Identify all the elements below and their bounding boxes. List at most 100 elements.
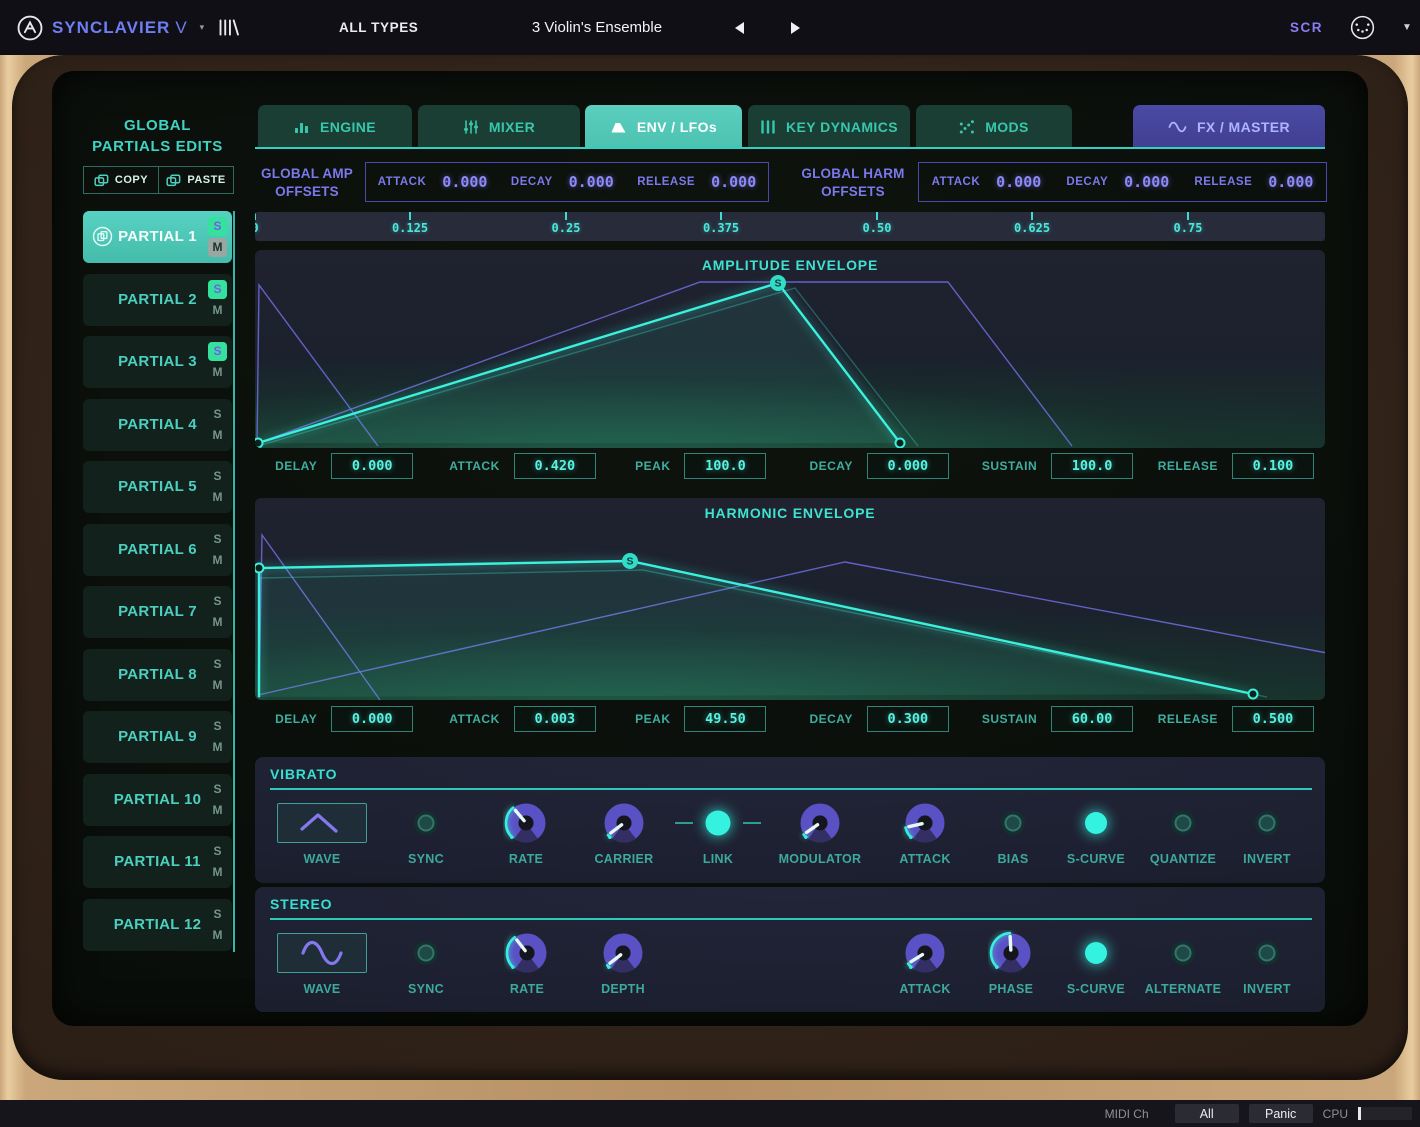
env-value: 100.0 (1072, 458, 1113, 474)
stereo-rate-control[interactable] (504, 927, 550, 979)
solo-button[interactable]: S (208, 905, 227, 924)
env-value-box[interactable]: 0.003 (514, 706, 596, 732)
solo-button[interactable]: S (208, 842, 227, 861)
offset-value[interactable]: 0.000 (996, 173, 1041, 191)
sidebar-item-partial-8[interactable]: PARTIAL 8SM (83, 649, 232, 701)
sidebar-item-partial-11[interactable]: PARTIAL 11SM (83, 836, 232, 888)
sidebar-item-partial-1[interactable]: PARTIAL 1SM (83, 211, 232, 263)
sidebar-item-partial-7[interactable]: PARTIAL 7SM (83, 586, 232, 638)
mute-button[interactable]: M (208, 926, 227, 945)
scr-button[interactable]: SCR (1290, 0, 1323, 55)
env-value-box[interactable]: 0.000 (867, 453, 949, 479)
vibrato-sync-control[interactable] (411, 797, 441, 849)
sine-wave-icon[interactable] (277, 933, 367, 973)
solo-button[interactable]: S (208, 717, 227, 736)
env-value-box[interactable]: 0.000 (331, 706, 413, 732)
sidebar-item-partial-6[interactable]: PARTIAL 6SM (83, 524, 232, 576)
sidebar-item-partial-10[interactable]: PARTIAL 10SM (83, 774, 232, 826)
sidebar-item-partial-3[interactable]: PARTIAL 3SM (83, 336, 232, 388)
offset-value[interactable]: 0.000 (711, 173, 756, 191)
solo-button[interactable]: S (208, 530, 227, 549)
triangle-wave-icon[interactable] (277, 803, 367, 843)
tab-key-dynamics[interactable]: KEY DYNAMICS (748, 105, 910, 148)
chevron-down-icon[interactable]: ▾ (200, 22, 205, 33)
tab-env-lfos[interactable]: ENV / LFOs (585, 105, 742, 148)
stereo-attack-control[interactable] (902, 927, 948, 979)
harmonic-envelope-graph[interactable]: S (255, 498, 1325, 700)
offset-value[interactable]: 0.000 (569, 173, 614, 191)
offset-value[interactable]: 0.000 (1268, 173, 1313, 191)
stereo-invert-control[interactable] (1252, 927, 1282, 979)
vibrato-attack-control[interactable] (902, 797, 948, 849)
sidebar-item-partial-5[interactable]: PARTIAL 5SM (83, 461, 232, 513)
amplitude-envelope-graph[interactable]: S (255, 250, 1325, 448)
copy-button[interactable]: COPY (84, 167, 158, 193)
env-value-box[interactable]: 49.50 (684, 706, 766, 732)
ruler-tick (565, 212, 567, 220)
solo-button[interactable]: S (208, 280, 227, 299)
solo-button[interactable]: S (208, 780, 227, 799)
preset-name[interactable]: 3 Violin's Ensemble (532, 0, 662, 55)
env-value-box[interactable]: 0.300 (867, 706, 949, 732)
previous-preset-button[interactable] (733, 0, 745, 55)
vibrato-carrier-control[interactable] (601, 797, 647, 849)
sidebar-item-partial-12[interactable]: PARTIAL 12SM (83, 899, 232, 951)
mute-button[interactable]: M (208, 801, 227, 820)
vibrato-s-curve-control[interactable] (1081, 797, 1111, 849)
env-value-box[interactable]: 0.500 (1232, 706, 1314, 732)
stereo-phase-control[interactable] (988, 927, 1034, 979)
tab-mixer[interactable]: MIXER (418, 105, 580, 148)
env-value-box[interactable]: 100.0 (1051, 453, 1133, 479)
panic-button[interactable]: Panic (1249, 1104, 1313, 1123)
sidebar-item-partial-4[interactable]: PARTIAL 4SM (83, 399, 232, 451)
stereo-wave-control[interactable] (277, 927, 367, 979)
solo-button[interactable]: S (208, 217, 227, 236)
solo-button[interactable]: S (208, 342, 227, 361)
stereo-sync-control[interactable] (411, 927, 441, 979)
stereo-depth-control[interactable] (600, 927, 646, 979)
midi-channel-all-button[interactable]: All (1175, 1104, 1239, 1123)
offset-value[interactable]: 0.000 (442, 173, 487, 191)
vibrato-wave-control[interactable] (277, 797, 367, 849)
mute-button[interactable]: M (208, 301, 227, 320)
solo-button[interactable]: S (208, 655, 227, 674)
sidebar-title: GLOBAL PARTIALS EDITS (70, 115, 245, 157)
vibrato-invert-control[interactable] (1252, 797, 1282, 849)
mute-button[interactable]: M (208, 551, 227, 570)
vibrato-quantize-control[interactable] (1168, 797, 1198, 849)
vibrato-bias-control[interactable] (998, 797, 1028, 849)
midi-icon[interactable] (1350, 0, 1375, 55)
preset-browser-icon[interactable] (218, 0, 240, 55)
mute-button[interactable]: M (208, 738, 227, 757)
paste-button[interactable]: PASTE (158, 167, 233, 193)
mute-button[interactable]: M (208, 676, 227, 695)
mute-button[interactable]: M (208, 363, 227, 382)
env-value-box[interactable]: 0.420 (514, 453, 596, 479)
env-value-box[interactable]: 100.0 (684, 453, 766, 479)
tab-engine[interactable]: ENGINE (258, 105, 412, 148)
tab-mods[interactable]: MODS (916, 105, 1072, 148)
preset-filter-button[interactable]: ALL TYPES (339, 0, 418, 55)
offset-value[interactable]: 0.000 (1124, 173, 1169, 191)
stereo-alternate-control[interactable] (1168, 927, 1198, 979)
mute-button[interactable]: M (208, 426, 227, 445)
env-value-box[interactable]: 60.00 (1051, 706, 1133, 732)
sidebar-item-partial-2[interactable]: PARTIAL 2SM (83, 274, 232, 326)
topbar-chevron-down-icon[interactable]: ▼ (1402, 0, 1412, 55)
solo-button[interactable]: S (208, 467, 227, 486)
env-value-box[interactable]: 0.000 (331, 453, 413, 479)
mute-button[interactable]: M (208, 488, 227, 507)
solo-button[interactable]: S (208, 405, 227, 424)
tab-fx-master[interactable]: FX / MASTER (1133, 105, 1325, 148)
env-value-box[interactable]: 0.100 (1232, 453, 1314, 479)
next-preset-button[interactable] (790, 0, 802, 55)
mute-button[interactable]: M (208, 238, 227, 257)
stereo-s-curve-control[interactable] (1081, 927, 1111, 979)
solo-button[interactable]: S (208, 592, 227, 611)
mute-button[interactable]: M (208, 863, 227, 882)
sidebar-item-partial-9[interactable]: PARTIAL 9SM (83, 711, 232, 763)
vibrato-modulator-control[interactable] (797, 797, 843, 849)
vibrato-rate-control[interactable] (503, 797, 549, 849)
mute-button[interactable]: M (208, 613, 227, 632)
vibrato-link-control[interactable] (667, 797, 769, 849)
